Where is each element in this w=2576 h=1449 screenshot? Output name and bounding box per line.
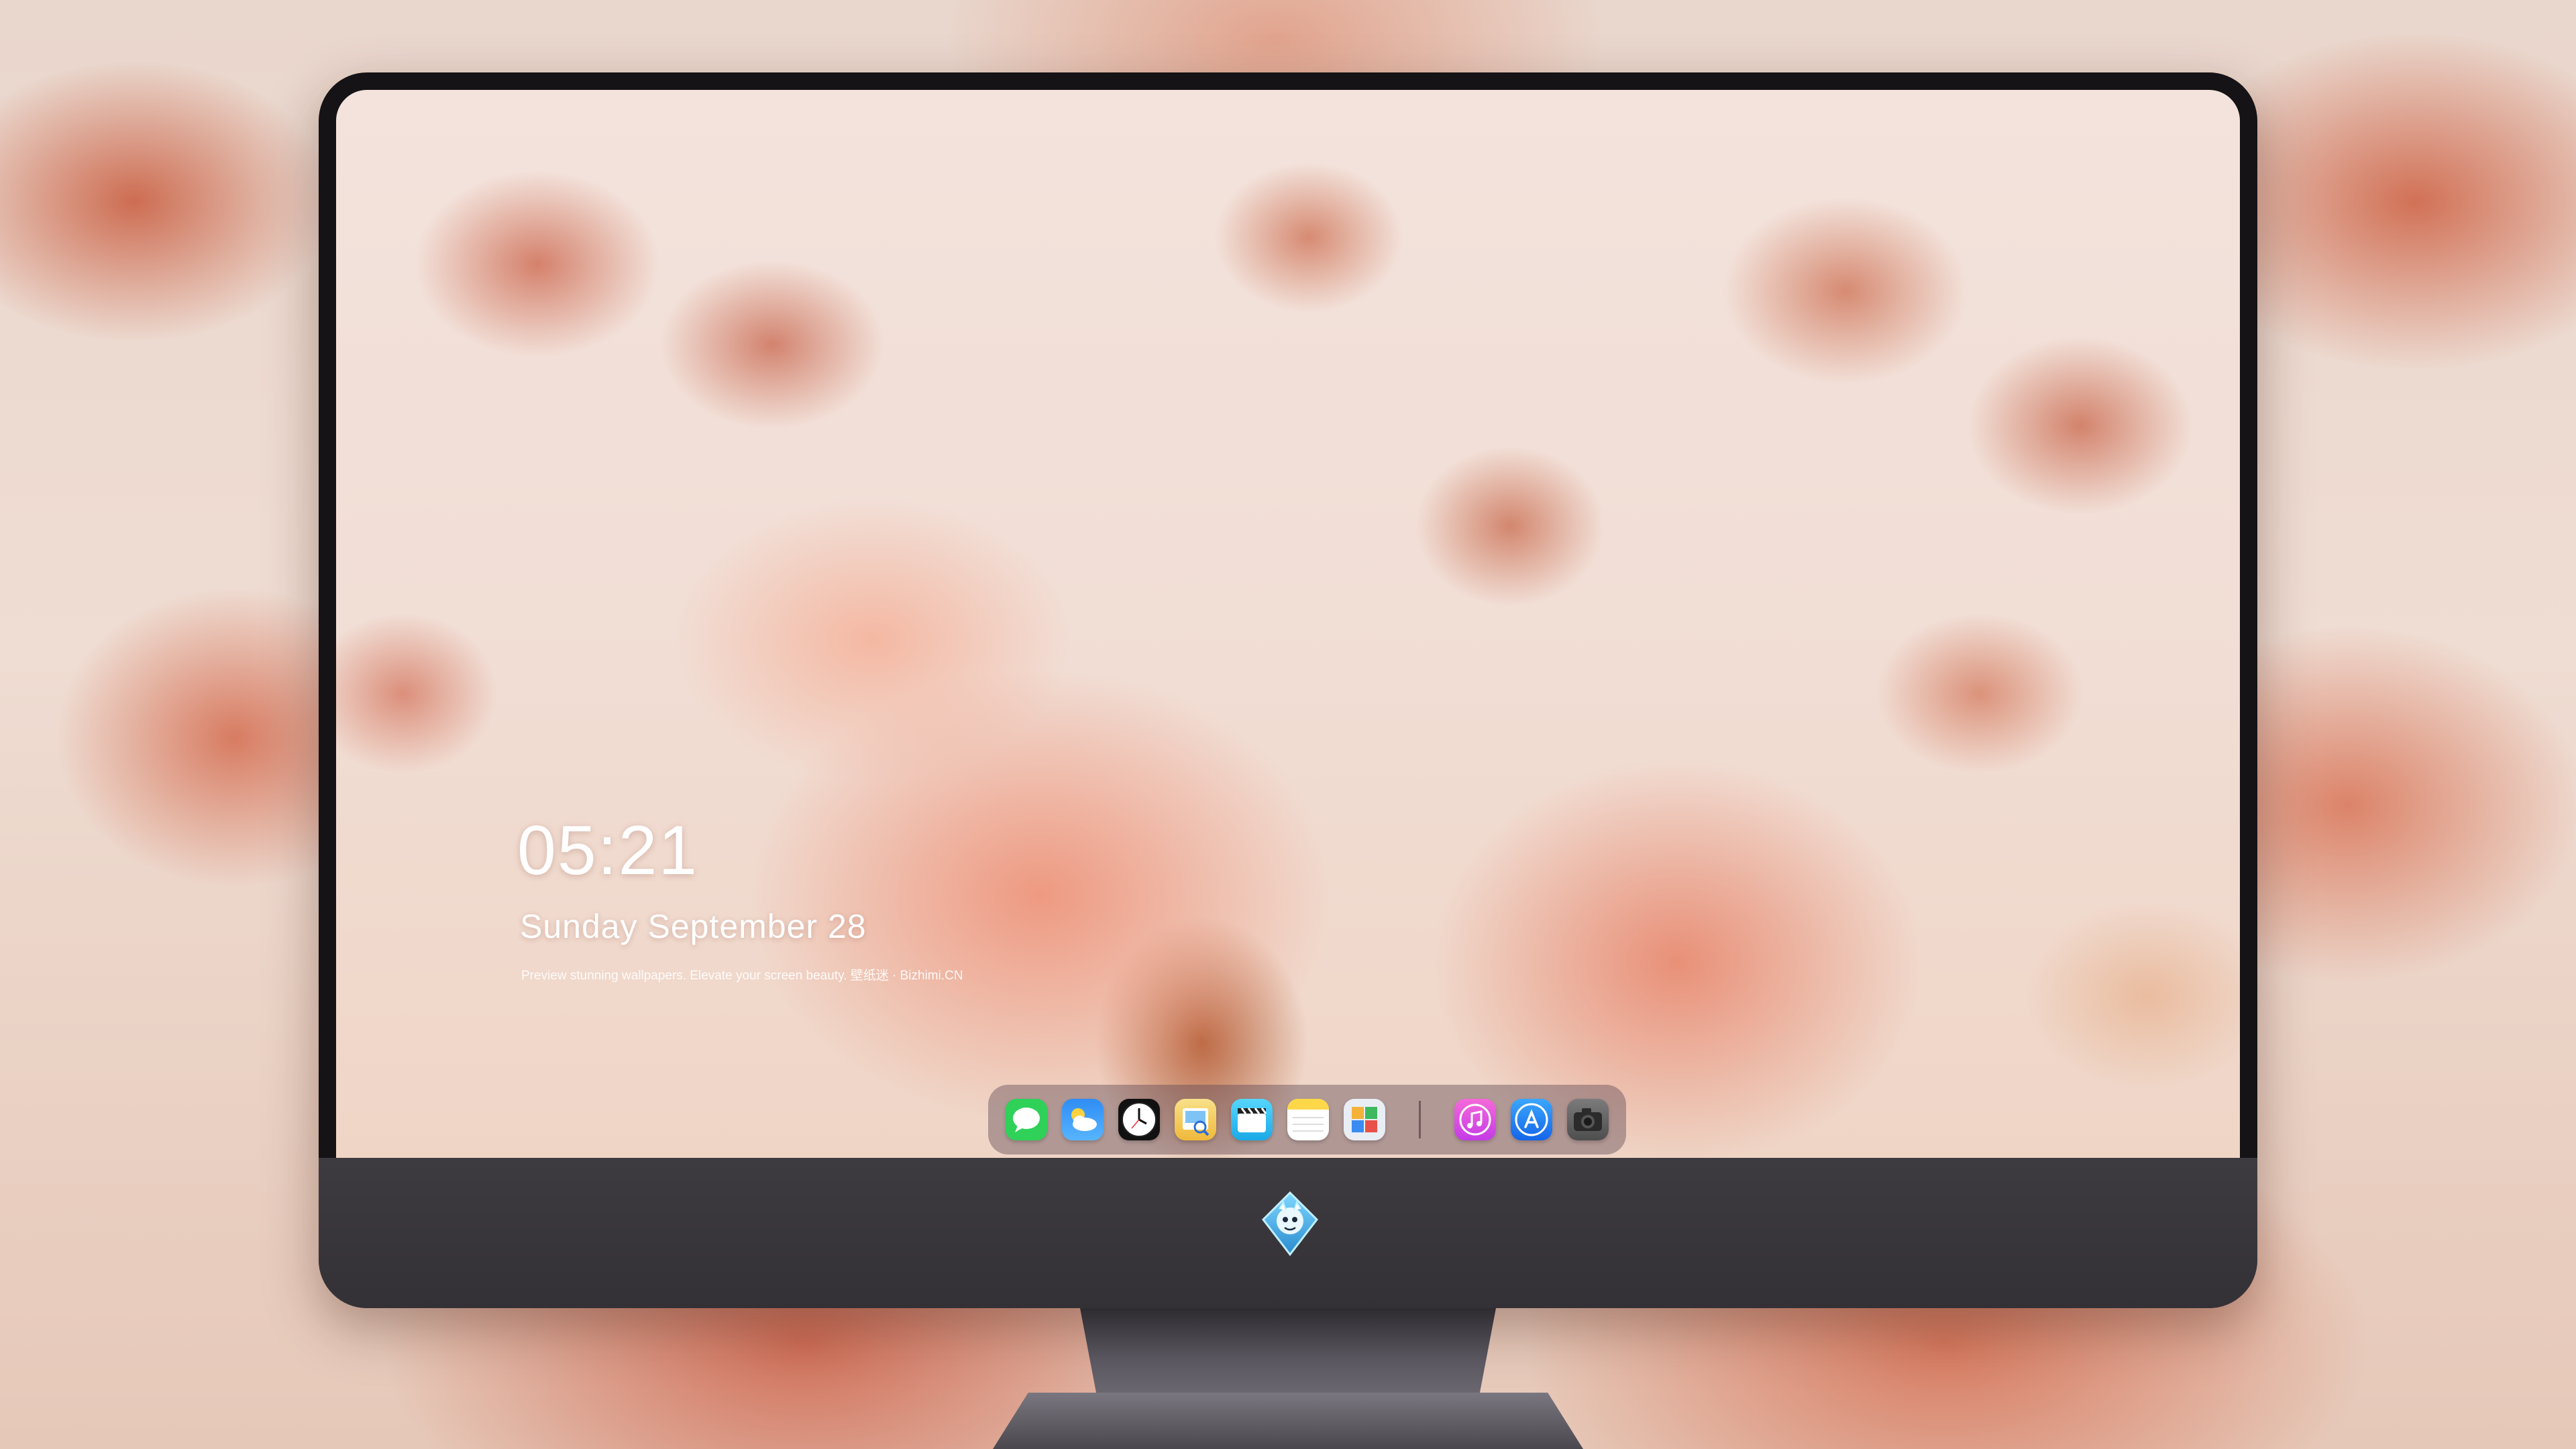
- weather-icon[interactable]: [1062, 1099, 1104, 1140]
- messages-icon[interactable]: [1006, 1099, 1047, 1140]
- lock-date: Sunday September 28: [520, 908, 867, 945]
- monitor: 05:21 Sunday September 28 Preview stunni…: [319, 72, 2257, 1308]
- desktop-background: 05:21 Sunday September 28 Preview stunni…: [0, 0, 2576, 1449]
- dock: [988, 1085, 1626, 1155]
- lock-caption: Preview stunning wallpapers. Elevate you…: [521, 969, 963, 983]
- preview-icon[interactable]: [1175, 1099, 1216, 1140]
- camera-icon[interactable]: [1567, 1099, 1609, 1140]
- dragon-logo-icon: [1259, 1190, 1321, 1257]
- dock-separator: [1419, 1101, 1421, 1138]
- clock-icon[interactable]: [1118, 1099, 1160, 1140]
- app-store-icon[interactable]: [1511, 1099, 1552, 1140]
- music-icon[interactable]: [1454, 1099, 1496, 1140]
- monitor-stand-base: [993, 1393, 1583, 1449]
- notes-icon[interactable]: [1287, 1099, 1329, 1140]
- monitor-chin: [319, 1158, 2257, 1308]
- clips-icon[interactable]: [1231, 1099, 1273, 1140]
- photos-icon[interactable]: [1344, 1099, 1385, 1140]
- lock-screen: 05:21 Sunday September 28 Preview stunni…: [336, 90, 2240, 1158]
- monitor-stand-neck: [1080, 1308, 1496, 1395]
- lock-time: 05:21: [517, 812, 699, 890]
